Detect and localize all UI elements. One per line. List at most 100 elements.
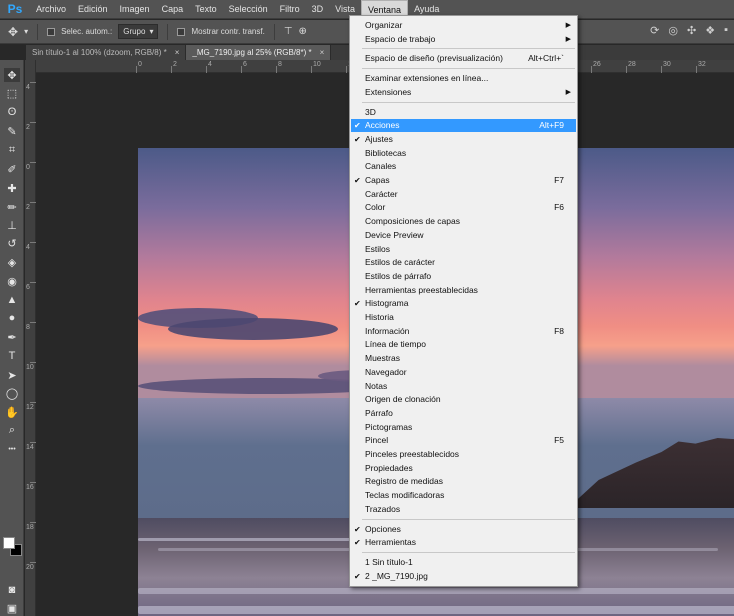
path-selection-tool-icon[interactable]: ➤ bbox=[4, 368, 20, 382]
move-tool-icon[interactable]: ✥ bbox=[8, 25, 18, 39]
menu-item-teclas-modificadoras[interactable]: Teclas modificadoras bbox=[351, 489, 576, 502]
menu-edición[interactable]: Edición bbox=[72, 0, 114, 19]
menu-item-pictogramas[interactable]: Pictogramas bbox=[351, 421, 576, 434]
menu-item-carácter[interactable]: Carácter bbox=[351, 188, 576, 201]
ruler-number: 28 bbox=[628, 61, 636, 68]
menu-item-organizar[interactable]: Organizar ▶ bbox=[351, 19, 576, 32]
shape-tool-icon[interactable]: ◯ bbox=[4, 386, 20, 400]
menu-item-bibliotecas[interactable]: Bibliotecas bbox=[351, 147, 576, 160]
menu-item-acciones[interactable]: ✔ Acciones Alt+F9 bbox=[351, 119, 576, 133]
close-icon[interactable]: × bbox=[175, 45, 180, 60]
lasso-tool-icon[interactable]: ʘ bbox=[4, 105, 20, 119]
menu-item-1-sin-título-1[interactable]: 1 Sin título-1 bbox=[351, 556, 576, 569]
3d-orbit-icon[interactable]: ⟳ bbox=[650, 24, 659, 37]
menu-item-párrafo[interactable]: Párrafo bbox=[351, 407, 576, 420]
ruler-tick bbox=[30, 202, 36, 203]
screen-mode-icon[interactable]: ▣ bbox=[4, 601, 20, 615]
menu-item-espacio-de-diseño-previsualización[interactable]: Espacio de diseño (previsualización) Alt+… bbox=[351, 52, 576, 65]
move-tool-icon[interactable]: ✥ bbox=[4, 68, 20, 82]
menu-item-opciones[interactable]: ✔ Opciones bbox=[351, 523, 576, 536]
marquee-tool-icon[interactable]: ⬚ bbox=[4, 86, 20, 100]
menu-item-capas[interactable]: ✔ Capas F7 bbox=[351, 174, 576, 187]
3d-slide-icon[interactable]: ❖ bbox=[705, 24, 715, 37]
eraser-tool-icon[interactable]: ◈ bbox=[4, 255, 20, 269]
menu-item-muestras[interactable]: Muestras bbox=[351, 352, 576, 365]
menu-item-label: Muestras bbox=[365, 353, 400, 364]
close-icon[interactable]: × bbox=[320, 45, 325, 60]
menu-selección[interactable]: Selección bbox=[223, 0, 274, 19]
menu-item-información[interactable]: Información F8 bbox=[351, 325, 576, 338]
blur-tool-icon[interactable]: ▲ bbox=[4, 293, 20, 307]
auto-select-checkbox[interactable] bbox=[47, 27, 56, 36]
menu-item-navegador[interactable]: Navegador bbox=[351, 366, 576, 379]
menu-item-pinceles-preestablecidos[interactable]: Pinceles preestablecidos bbox=[351, 448, 576, 461]
3d-scale-icon[interactable]: ▪ bbox=[724, 24, 728, 37]
ruler-number: 10 bbox=[313, 61, 321, 68]
menu-item-herramientas-preestablecidas[interactable]: Herramientas preestablecidas bbox=[351, 284, 576, 297]
align-middle-icon[interactable]: ⊕ bbox=[299, 26, 307, 37]
menu-item-estilos-de-carácter[interactable]: Estilos de carácter bbox=[351, 256, 576, 269]
clone-stamp-tool-icon[interactable]: ⊥ bbox=[4, 218, 20, 232]
pen-tool-icon[interactable]: ✒ bbox=[4, 330, 20, 344]
history-brush-tool-icon[interactable]: ↺ bbox=[4, 236, 20, 250]
menu-archivo[interactable]: Archivo bbox=[30, 0, 72, 19]
menu-item-notas[interactable]: Notas bbox=[351, 380, 576, 393]
menu-imagen[interactable]: Imagen bbox=[114, 0, 156, 19]
menu-item-ajustes[interactable]: ✔ Ajustes bbox=[351, 133, 576, 146]
menu-separator bbox=[362, 518, 575, 520]
type-tool-icon[interactable]: T bbox=[4, 349, 20, 363]
quick-mask-icon[interactable]: ◙ bbox=[4, 583, 20, 597]
ruler-tick bbox=[30, 162, 36, 163]
menu-item-historia[interactable]: Historia bbox=[351, 311, 576, 324]
menu-item-composiciones-de-capas[interactable]: Composiciones de capas bbox=[351, 215, 576, 228]
menu-item-examinar-extensiones-en-línea[interactable]: Examinar extensiones en línea... bbox=[351, 72, 576, 85]
menu-3d[interactable]: 3D bbox=[306, 0, 330, 19]
menu-item-extensiones[interactable]: Extensiones ▶ bbox=[351, 86, 576, 99]
auto-select-group-select[interactable]: Grupo ▾ bbox=[118, 24, 159, 39]
align-top-icon[interactable]: ⊤ bbox=[284, 26, 293, 37]
menu-item-2-mg-7190-jpg[interactable]: ✔ 2 _MG_7190.jpg bbox=[351, 570, 576, 583]
eyedropper-tool-icon[interactable]: ✐ bbox=[4, 162, 20, 176]
menu-item-trazados[interactable]: Trazados bbox=[351, 503, 576, 516]
healing-brush-tool-icon[interactable]: ✚ bbox=[4, 181, 20, 195]
crop-tool-icon[interactable]: ⌗ bbox=[4, 143, 20, 157]
menu-item-origen-de-clonación[interactable]: Origen de clonación bbox=[351, 393, 576, 406]
ruler-number: 16 bbox=[26, 484, 34, 491]
menu-item-herramientas[interactable]: ✔ Herramientas bbox=[351, 536, 576, 549]
menu-item-3d[interactable]: 3D bbox=[351, 106, 576, 119]
menu-item-espacio-de-trabajo[interactable]: Espacio de trabajo ▶ bbox=[351, 33, 576, 46]
menu-item-color[interactable]: Color F6 bbox=[351, 201, 576, 214]
tools-panel: ◙ ▣ ✥ ⬚ ʘ ✎ ⌗ ✐ ✚ ✏ ⊥ ↺ ◈ ◉ ▲ ● ✒ T ➤ ◯ ✋ ⌕ ••• bbox=[0, 60, 24, 616]
dodge-tool-icon[interactable]: ● bbox=[4, 311, 20, 325]
brush-tool-icon[interactable]: ✏ bbox=[4, 200, 20, 214]
document-tab[interactable]: _MG_7190.jpg al 25% (RGB/8*) * × bbox=[186, 45, 332, 60]
hand-tool-icon[interactable]: ✋ bbox=[4, 405, 20, 419]
menu-item-label: Pincel bbox=[365, 435, 389, 446]
menu-item-propiedades[interactable]: Propiedades bbox=[351, 462, 576, 475]
ruler-tick bbox=[276, 66, 277, 73]
show-transform-checkbox[interactable] bbox=[177, 27, 186, 36]
menu-filtro[interactable]: Filtro bbox=[274, 0, 306, 19]
document-tab[interactable]: Sin título-1 al 100% (dzoom, RGB/8) * × bbox=[26, 45, 187, 60]
zoom-tool-icon[interactable]: ⌕ bbox=[4, 423, 20, 437]
menu-item-canales[interactable]: Canales bbox=[351, 160, 576, 173]
menu-texto[interactable]: Texto bbox=[189, 0, 223, 19]
menu-item-device-preview[interactable]: Device Preview bbox=[351, 229, 576, 242]
menu-item-registro-de-medidas[interactable]: Registro de medidas bbox=[351, 475, 576, 488]
3d-pan-icon[interactable]: ✣ bbox=[687, 24, 696, 37]
3d-roll-icon[interactable]: ◎ bbox=[668, 24, 678, 37]
menu-item-línea-de-tiempo[interactable]: Línea de tiempo bbox=[351, 338, 576, 351]
quick-selection-tool-icon[interactable]: ✎ bbox=[4, 124, 20, 138]
window-menu-dropdown: Organizar ▶ Espacio de trabajo ▶ Espacio de … bbox=[349, 15, 578, 587]
menu-item-estilos[interactable]: Estilos bbox=[351, 243, 576, 256]
paint-bucket-tool-icon[interactable]: ◉ bbox=[4, 274, 20, 288]
foreground-color-swatch[interactable] bbox=[3, 537, 15, 549]
menu-item-histograma[interactable]: ✔ Histograma bbox=[351, 297, 576, 310]
ruler-tick bbox=[696, 66, 697, 73]
menu-capa[interactable]: Capa bbox=[156, 0, 190, 19]
tool-preset-dropdown-icon[interactable]: ▾ bbox=[24, 27, 28, 36]
menu-item-estilos-de-párrafo[interactable]: Estilos de párrafo bbox=[351, 270, 576, 283]
more-tools-icon[interactable]: ••• bbox=[4, 442, 20, 456]
menu-item-pincel[interactable]: Pincel F5 bbox=[351, 434, 576, 447]
separator bbox=[37, 23, 39, 40]
